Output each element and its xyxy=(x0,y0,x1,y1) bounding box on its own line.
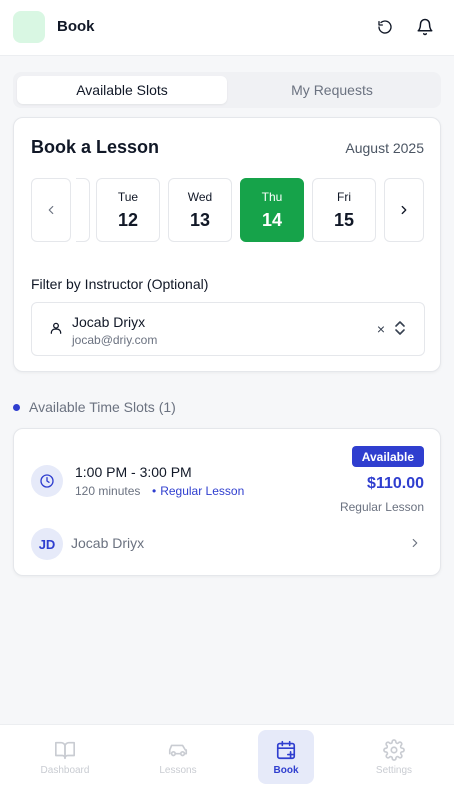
bell-icon[interactable] xyxy=(414,16,436,38)
date-weekday: Thu xyxy=(261,189,283,204)
clear-selection-icon[interactable]: × xyxy=(377,321,385,337)
nav-label: Settings xyxy=(375,765,413,776)
partial-date-button[interactable] xyxy=(76,178,90,242)
app-header: Book xyxy=(0,0,454,56)
slot-time: 1:00 PM - 3:00 PM xyxy=(75,464,192,480)
user-icon xyxy=(49,321,63,340)
book-lesson-card: Book a Lesson August 2025 Tue 12 Wed 13 … xyxy=(13,117,441,372)
tab-available-slots[interactable]: Available Slots xyxy=(17,76,227,104)
instructor-select[interactable]: Jocab Driyx jocab@driy.com × xyxy=(31,302,425,356)
avatar: JD xyxy=(31,528,63,560)
date-weekday: Wed xyxy=(187,189,213,204)
chevron-right-icon xyxy=(401,205,407,215)
next-dates-button[interactable] xyxy=(384,178,424,242)
instructor-email: jocab@driy.com xyxy=(72,333,158,347)
slot-duration: 120 minutes xyxy=(75,484,141,498)
gear-icon xyxy=(383,739,405,761)
instructor-name: Jocab Driyx xyxy=(72,314,146,330)
date-button[interactable]: Wed 13 xyxy=(168,178,232,242)
slot-price-type: Regular Lesson xyxy=(339,500,424,514)
nav-item-book[interactable]: Book xyxy=(258,730,314,784)
chevron-up-down-icon[interactable] xyxy=(394,320,406,341)
time-slots-section-header: Available Time Slots (1) xyxy=(13,394,441,420)
tab-my-requests[interactable]: My Requests xyxy=(227,76,437,104)
card-title: Book a Lesson xyxy=(31,137,160,157)
date-button-selected[interactable]: Thu 14 xyxy=(240,178,304,242)
nav-label: Lessons xyxy=(159,765,197,776)
date-number: 13 xyxy=(189,209,211,230)
date-number: 12 xyxy=(117,209,139,230)
app-logo xyxy=(13,11,45,43)
slot-price: $110.00 xyxy=(367,475,424,492)
status-badge: Available xyxy=(351,446,424,467)
prev-dates-button[interactable] xyxy=(31,178,71,242)
date-number: 15 xyxy=(333,209,355,230)
book-open-icon xyxy=(55,741,75,760)
nav-label: Dashboard xyxy=(40,765,90,776)
calendar-plus-icon xyxy=(276,740,296,760)
slot-lesson-type: Regular Lesson xyxy=(152,484,244,498)
chevron-right-icon[interactable] xyxy=(408,536,422,555)
date-weekday: Fri xyxy=(337,189,351,204)
refresh-icon[interactable] xyxy=(374,16,396,38)
chevron-left-icon xyxy=(48,205,54,215)
slot-instructor-name: Jocab Driyx xyxy=(71,535,145,551)
nav-item-lessons[interactable]: Lessons xyxy=(150,730,206,784)
section-dot xyxy=(13,403,20,411)
tab-bar: Available Slots My Requests xyxy=(13,72,441,108)
filter-instructor-label: Filter by Instructor (Optional) xyxy=(31,276,209,292)
page-title: Book xyxy=(57,18,95,35)
date-button[interactable]: Fri 15 xyxy=(312,178,376,242)
date-weekday: Tue xyxy=(117,189,139,204)
car-icon xyxy=(168,744,188,757)
date-number: 14 xyxy=(261,209,283,230)
date-button[interactable]: Tue 12 xyxy=(96,178,160,242)
nav-label: Book xyxy=(273,765,299,776)
time-slot-card[interactable]: 1:00 PM - 3:00 PM 120 minutes Regular Le… xyxy=(13,428,441,576)
clock-icon xyxy=(31,465,63,497)
month-label: August 2025 xyxy=(345,140,424,156)
section-title: Available Time Slots (1) xyxy=(29,399,176,415)
bottom-nav: Dashboard Lessons Book Settings xyxy=(0,724,454,790)
nav-item-dashboard[interactable]: Dashboard xyxy=(37,730,93,784)
nav-item-settings[interactable]: Settings xyxy=(366,730,422,784)
